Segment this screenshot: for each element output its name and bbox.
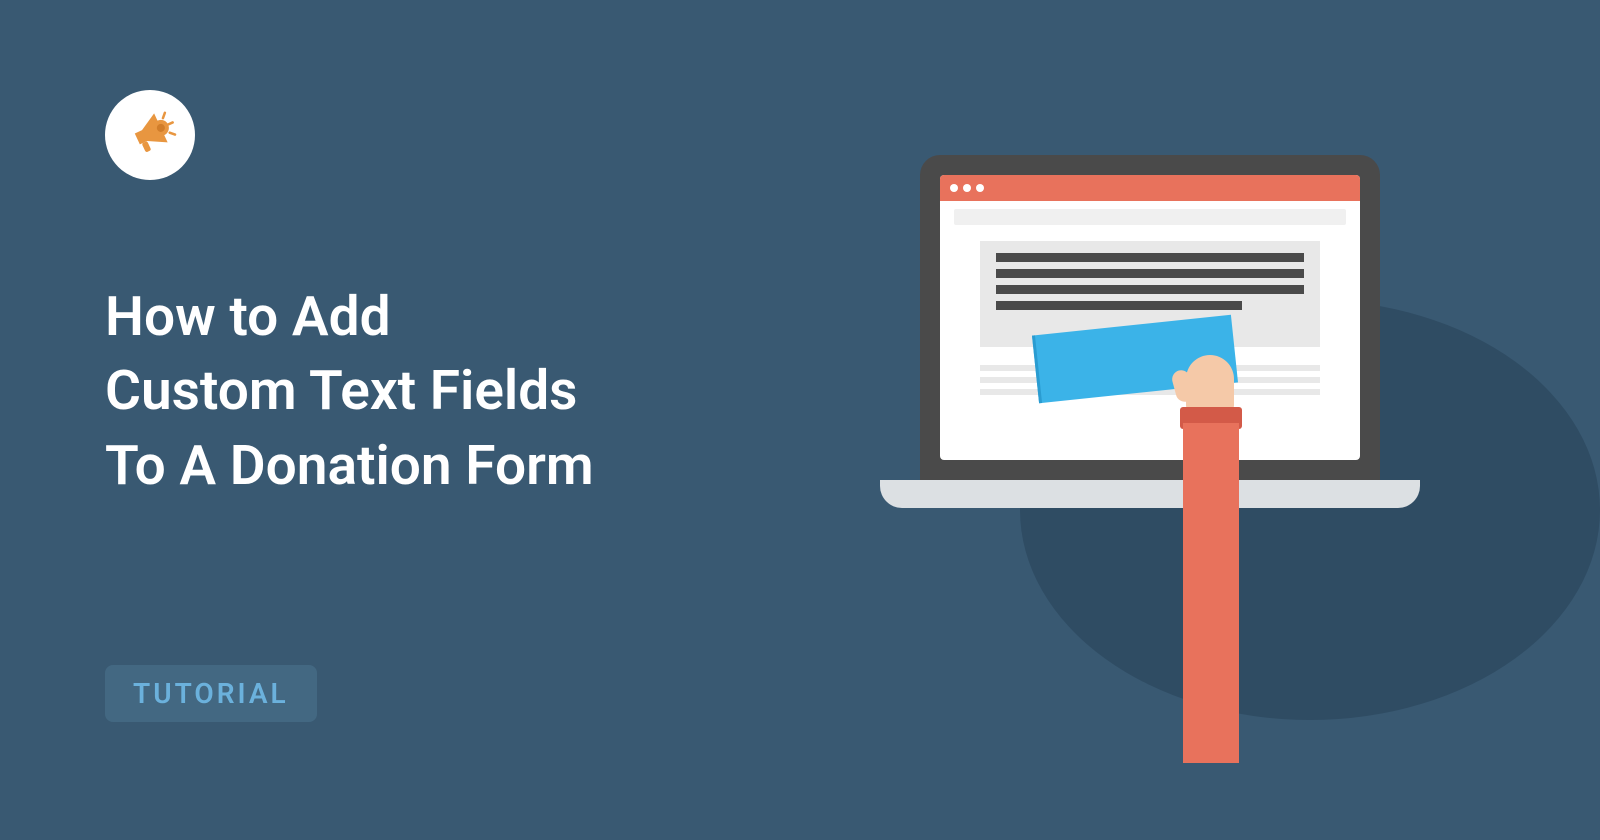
url-bar — [954, 209, 1346, 225]
browser-toolbar — [940, 175, 1360, 201]
arm-graphic — [1180, 355, 1240, 755]
badge-label: TUTORIAL — [133, 677, 289, 710]
window-dot — [950, 184, 958, 192]
logo-circle — [105, 90, 195, 180]
megaphone-icon — [122, 105, 178, 165]
window-dot — [976, 184, 984, 192]
laptop-base — [880, 480, 1420, 508]
text-placeholder — [996, 285, 1304, 294]
category-badge: TUTORIAL — [105, 665, 317, 722]
forearm — [1183, 423, 1239, 763]
hand — [1186, 355, 1234, 413]
window-dot — [963, 184, 971, 192]
page-title: How to Add Custom Text Fields To A Donat… — [105, 280, 594, 503]
title-line-2: Custom Text Fields — [105, 359, 577, 423]
text-placeholder — [996, 269, 1304, 278]
laptop-screen — [920, 155, 1380, 480]
title-line-3: To A Donation Form — [105, 434, 594, 498]
text-placeholder — [996, 301, 1242, 310]
hero-illustration — [860, 155, 1540, 715]
title-line-1: How to Add — [105, 285, 391, 349]
browser-window — [940, 175, 1360, 460]
text-placeholder — [996, 253, 1304, 262]
